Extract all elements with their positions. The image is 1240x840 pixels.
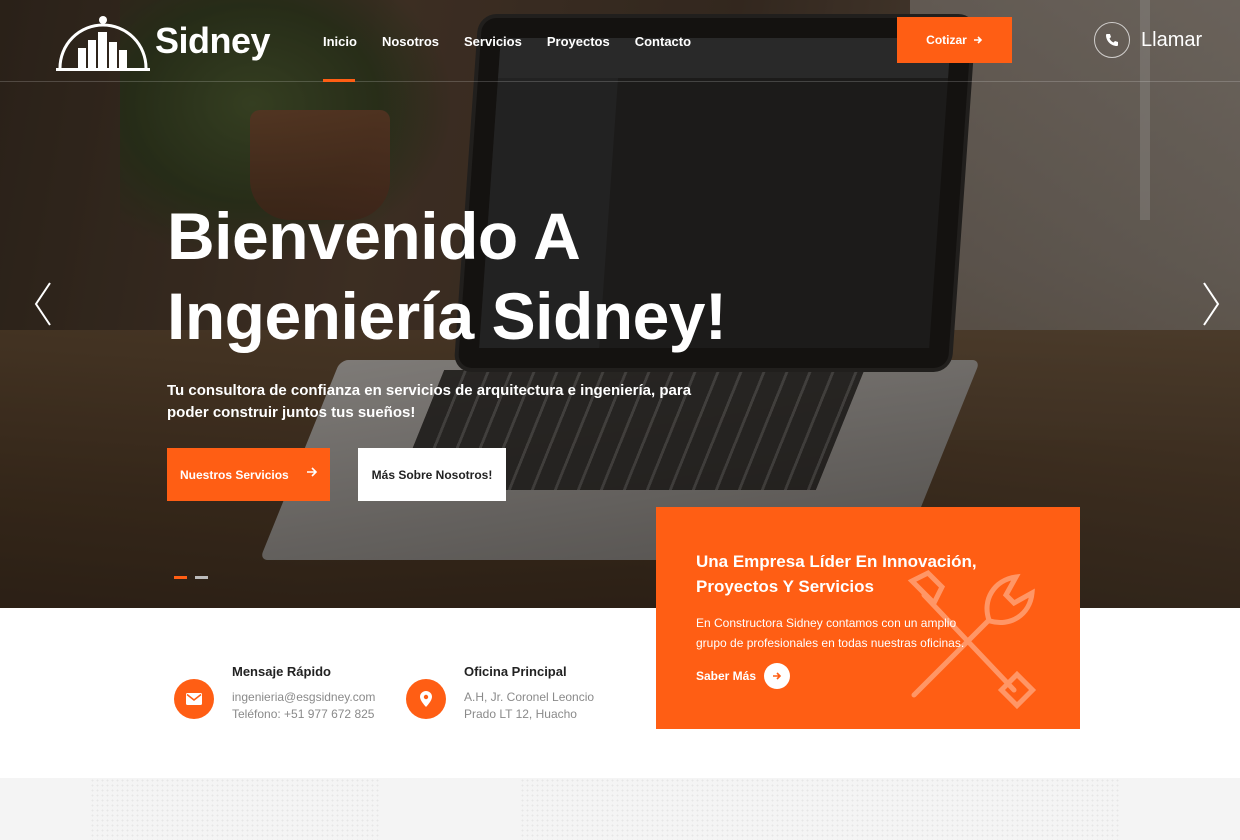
about-button[interactable]: Más Sobre Nosotros! [358, 448, 506, 501]
hero-subtitle: Tu consultora de confianza en servicios … [167, 382, 692, 421]
main-nav: Inicio Nosotros Servicios Proyectos Cont… [323, 34, 716, 82]
read-more-label: Saber Más [696, 669, 757, 683]
quick-message-info: Mensaje Rápido ingenieria@esgsidney.com … [174, 664, 375, 723]
nav-item-proyectos[interactable]: Proyectos [547, 34, 610, 49]
next-section-band [0, 778, 1240, 840]
arrow-right-icon [307, 467, 318, 477]
call-label: Llamar [1141, 28, 1203, 51]
read-more-link[interactable]: Saber Más [696, 663, 791, 689]
nav-item-contacto[interactable]: Contacto [635, 34, 691, 49]
hero-title-line2: Ingeniería Sidney! [167, 279, 727, 353]
arrow-right-icon [973, 36, 982, 44]
nav-item-inicio[interactable]: Inicio [323, 34, 357, 82]
quote-button-label: Cotizar [926, 33, 967, 47]
card-text: En Constructora Sidney contamos con un a… [696, 616, 965, 650]
quick-message-title: Mensaje Rápido [232, 664, 331, 679]
quote-button[interactable]: Cotizar [897, 17, 1012, 63]
brand-name[interactable]: Sidney [155, 20, 271, 62]
mail-icon [174, 679, 214, 719]
slider-dots [174, 576, 208, 579]
arrow-right-icon [764, 663, 791, 689]
slider-next-icon[interactable] [1202, 282, 1220, 326]
dot-pattern-left [90, 778, 380, 840]
contact-phone[interactable]: Teléfono: +51 977 672 825 [232, 706, 375, 723]
main-office-title: Oficina Principal [464, 664, 567, 679]
services-button-label: Nuestros Servicios [180, 467, 289, 482]
slider-dot-1[interactable] [174, 576, 187, 579]
call-button[interactable]: Llamar [1094, 22, 1202, 58]
services-button[interactable]: Nuestros Servicios [167, 448, 330, 501]
office-address-line2: Prado LT 12, Huacho [464, 707, 577, 721]
hero-title: Bienvenido A Ingeniería Sidney! [167, 196, 787, 356]
dot-pattern-right [520, 778, 1120, 840]
site-header: Sidney Inicio Nosotros Servicios Proyect… [0, 0, 1240, 82]
slider-dot-2[interactable] [195, 576, 208, 579]
hero-title-line1: Bienvenido A [167, 199, 581, 273]
location-pin-icon [406, 679, 446, 719]
phone-icon [1094, 22, 1130, 58]
main-office-info: Oficina Principal A.H, Jr. Coronel Leonc… [406, 664, 594, 723]
contact-email[interactable]: ingenieria@esgsidney.com [232, 689, 375, 706]
innovation-card: Una Empresa Líder En Innovación, Proyect… [656, 507, 1080, 729]
nav-item-nosotros[interactable]: Nosotros [382, 34, 439, 49]
slider-prev-icon[interactable] [34, 282, 52, 326]
city-skyline-logo[interactable] [56, 14, 150, 72]
about-button-label: Más Sobre Nosotros! [371, 467, 493, 482]
nav-item-servicios[interactable]: Servicios [464, 34, 522, 49]
office-address-line1: A.H, Jr. Coronel Leoncio [464, 690, 595, 704]
card-title: Una Empresa Líder En Innovación, Proyect… [696, 552, 977, 596]
